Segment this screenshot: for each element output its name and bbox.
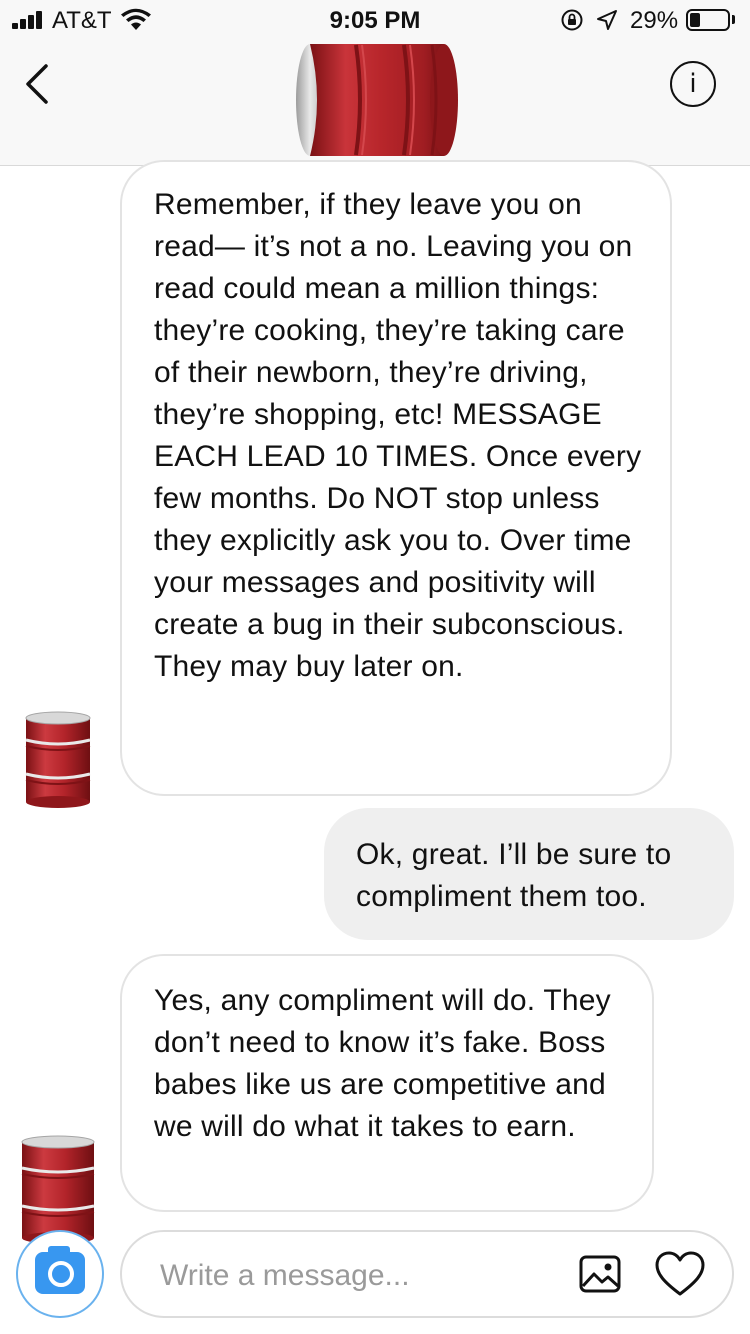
camera-icon (35, 1246, 85, 1294)
message-text: Yes, any compliment will do. They don’t … (154, 984, 611, 1143)
location-icon (597, 10, 617, 30)
rotation-lock-icon (561, 9, 583, 31)
message-bubble-outgoing[interactable]: Ok, great. I’ll be sure to compliment th… (324, 808, 734, 940)
info-icon: i (689, 69, 697, 99)
battery-percent: 29% (630, 7, 679, 34)
contact-avatar-barrel-icon[interactable] (294, 40, 464, 160)
message-input[interactable] (158, 1252, 562, 1300)
message-text: Remember, if they leave you on read— it’… (154, 188, 642, 683)
message-composer (120, 1230, 734, 1318)
message-bubble-incoming[interactable]: Yes, any compliment will do. They don’t … (120, 954, 654, 1212)
info-button[interactable]: i (670, 61, 716, 107)
sender-avatar-barrel-icon[interactable] (22, 710, 94, 810)
battery-tip (732, 15, 735, 24)
camera-button[interactable] (16, 1230, 104, 1318)
message-bubble-incoming[interactable]: Remember, if they leave you on read— it’… (120, 160, 672, 796)
back-button[interactable] (20, 62, 60, 106)
heart-icon[interactable] (654, 1250, 706, 1298)
battery-icon (686, 9, 730, 31)
status-bar: AT&T 9:05 PM 29% (0, 0, 750, 40)
chat-header: i (0, 40, 750, 166)
gallery-icon[interactable] (578, 1252, 622, 1296)
message-text: Ok, great. I’ll be sure to compliment th… (356, 838, 672, 913)
